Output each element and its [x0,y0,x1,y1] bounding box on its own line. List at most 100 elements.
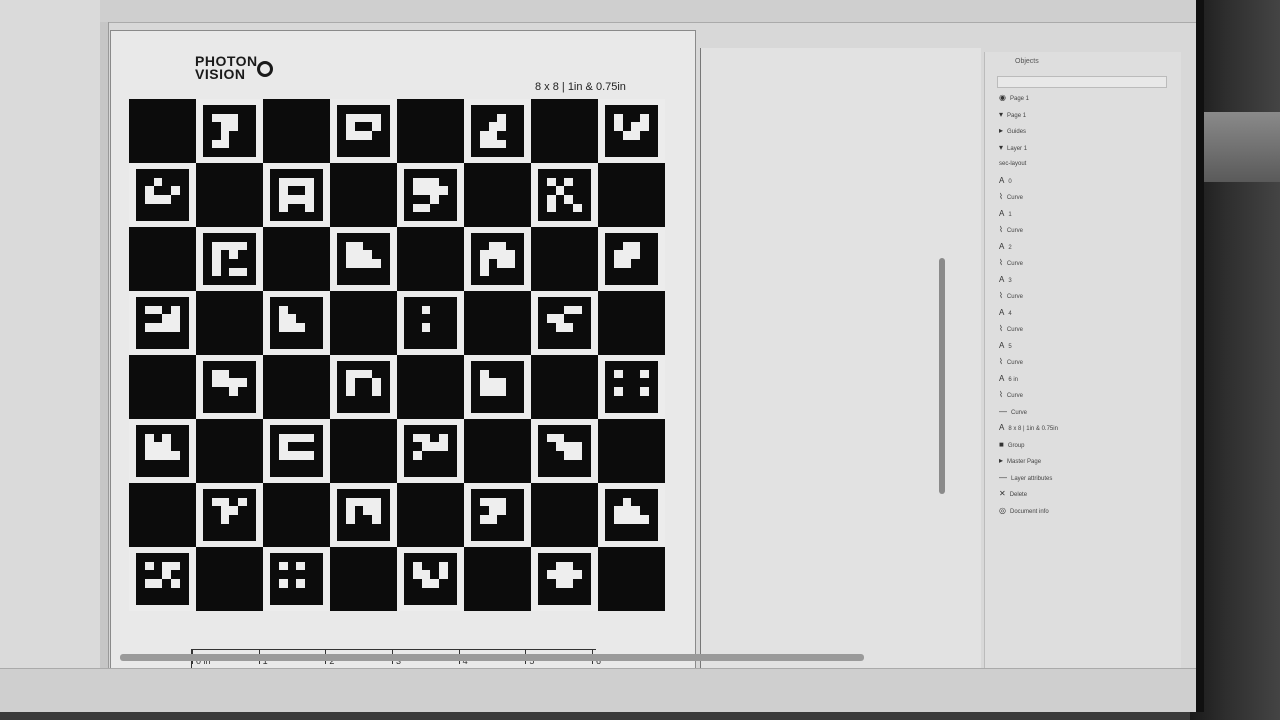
apriltag-marker [403,553,458,605]
object-label: Page 1 [1007,112,1027,119]
tag-square [263,419,330,483]
apriltag-marker [202,105,257,157]
objects-panel-row[interactable]: ◎ Document info [999,505,1049,517]
object-label: Curve [1006,294,1023,300]
tag-square [531,419,598,483]
black-square [598,419,665,483]
black-square [129,483,196,547]
apriltag-checkerboard[interactable] [129,99,665,611]
tag-square [397,419,464,483]
objects-panel-row[interactable]: ▾ Page 1 [999,109,1026,121]
tag-square [129,291,196,355]
apriltag-marker [604,233,659,285]
object-type-icon: ■ [999,439,1004,449]
black-square [598,163,665,227]
object-type-icon: A [999,307,1005,317]
objects-panel-row[interactable]: A1 [999,208,1012,220]
tag-square [531,547,598,611]
object-type-icon: A [999,208,1005,218]
objects-panel-row[interactable]: ▾ Layer 1 [999,142,1027,154]
objects-panel-row[interactable]: ◉ Page 1 [999,92,1029,104]
black-square [531,99,598,163]
object-type-icon: ⌇ [999,390,1003,399]
apriltag-marker [604,489,659,541]
black-square [263,227,330,291]
objects-panel-row[interactable]: A3 [999,274,1012,286]
apriltag-marker [470,233,525,285]
apriltag-marker [537,297,592,349]
objects-panel-row[interactable]: A6 in [999,373,1018,385]
black-square [263,483,330,547]
objects-panel-row[interactable]: ⌇ Curve [999,257,1023,269]
background-shelf [1200,112,1280,182]
black-square [397,355,464,419]
canvas-vertical-scrollbar[interactable] [939,258,945,494]
object-type-icon: ◉ [999,93,1006,102]
object-type-icon: ▾ [999,109,1004,119]
apriltag-marker [269,425,324,477]
objects-panel-row[interactable]: A2 [999,241,1012,253]
object-label: Curve [1006,327,1023,333]
objects-panel-row[interactable]: A0 [999,175,1012,187]
apriltag-marker [604,361,659,413]
object-label: Curve [1011,409,1028,416]
apriltag-marker [336,105,391,157]
black-square [129,355,196,419]
canvas-horizontal-scrollbar[interactable] [120,654,864,661]
object-type-icon: A [999,274,1005,284]
tag-square [196,483,263,547]
tag-square [330,227,397,291]
objects-panel-row[interactable]: ▸ Master Page [999,455,1041,467]
status-bar [0,668,1196,712]
black-square [531,355,598,419]
object-label: Page 1 [1009,96,1030,102]
document-page[interactable]: PHOTON VISION 8 x 8 | 1in & 0.75in 0 in 1… [110,30,696,698]
black-square [397,483,464,547]
objects-panel-row[interactable]: sec-layout [999,158,1026,170]
object-type-icon: ⌇ [999,324,1003,333]
objects-panel-row[interactable]: A8 x 8 | 1in & 0.75in [999,422,1058,434]
black-square [464,547,531,611]
objects-panel-row[interactable]: ⌇ Curve [999,356,1023,368]
black-square [196,163,263,227]
tag-square [531,163,598,227]
logo-line2: VISION [195,66,246,82]
objects-panel-row[interactable]: A5 [999,340,1012,352]
objects-panel-row[interactable]: — Curve [999,406,1027,418]
left-ruler [100,22,109,712]
objects-panel-row[interactable]: ✕ Delete [999,488,1027,500]
apriltag-marker [604,105,659,157]
apriltag-marker [470,361,525,413]
object-label: Layer attributes [1011,475,1053,482]
apriltag-marker [537,169,592,221]
objects-search-input[interactable] [997,76,1167,88]
apriltag-marker [403,169,458,221]
object-type-icon: ◎ [999,505,1006,515]
objects-panel-row[interactable]: — Layer attributes [999,472,1052,484]
tag-square [263,163,330,227]
tag-square [330,483,397,547]
objects-panel-row[interactable]: ⌇ Curve [999,323,1023,335]
objects-panel-row[interactable]: A4 [999,307,1012,319]
objects-panel-row[interactable]: ⌇ Curve [999,290,1023,302]
apriltag-marker [336,361,391,413]
objects-panel-row[interactable]: ⌇ Curve [999,389,1023,401]
object-type-icon: A [999,373,1005,383]
object-type-icon: A [999,423,1005,432]
tag-square [598,99,665,163]
apriltag-marker [336,489,391,541]
object-label: 0 [1008,178,1012,185]
objects-panel-row[interactable]: ⌇ Curve [999,224,1023,236]
objects-panel-row[interactable]: ⌇ Curve [999,191,1023,203]
objects-panel-row[interactable]: ▸ Guides [999,125,1026,137]
black-square [531,483,598,547]
black-square [464,163,531,227]
black-square [330,291,397,355]
object-label: 8 x 8 | 1in & 0.75in [1008,426,1058,432]
object-label: Curve [1006,360,1023,366]
black-square [263,99,330,163]
tag-square [196,99,263,163]
object-label: 6 in [1008,376,1019,383]
tag-square [598,483,665,547]
objects-panel-row[interactable]: ■ Group [999,439,1025,451]
